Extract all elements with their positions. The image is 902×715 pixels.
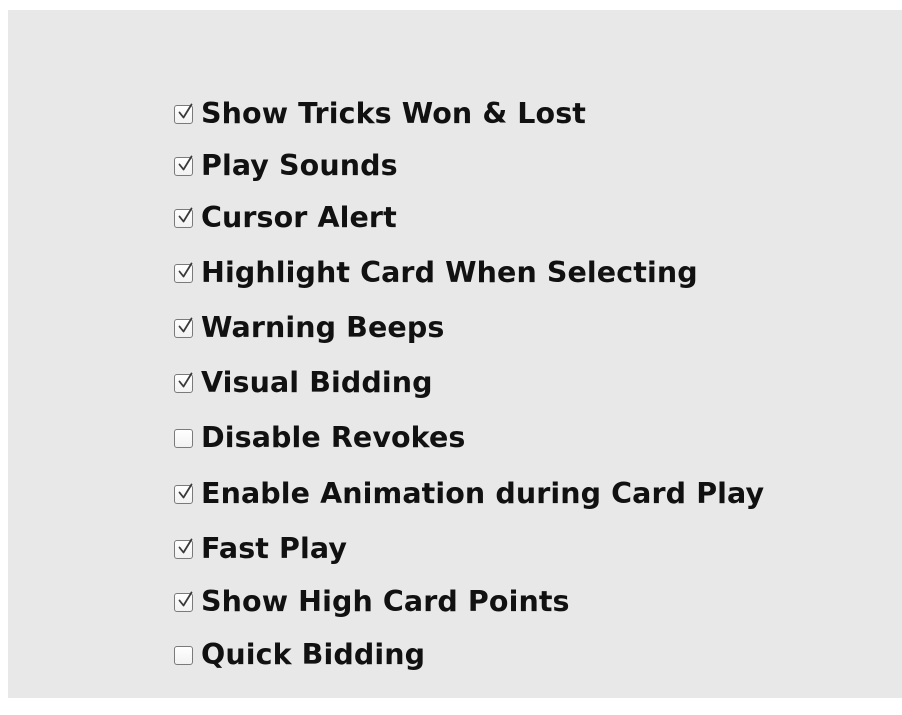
checkbox[interactable] — [174, 207, 193, 228]
option-visual-bidding[interactable]: Visual Bidding — [174, 366, 433, 400]
option-show-high-card-points[interactable]: Show High Card Points — [174, 585, 570, 619]
checkmark-icon — [178, 483, 193, 498]
checkmark-icon — [178, 262, 193, 277]
checkmark-icon — [178, 155, 193, 170]
option-cursor-alert[interactable]: Cursor Alert — [174, 201, 397, 235]
option-fast-play[interactable]: Fast Play — [174, 532, 347, 566]
option-highlight-card-when-selecting[interactable]: Highlight Card When Selecting — [174, 256, 698, 290]
option-show-tricks-won-lost[interactable]: Show Tricks Won & Lost — [174, 97, 586, 131]
option-label: Warning Beeps — [201, 311, 445, 344]
option-label: Fast Play — [201, 532, 348, 565]
checkmark-icon — [178, 103, 193, 118]
option-label: Quick Bidding — [201, 638, 426, 671]
checkbox[interactable] — [174, 372, 193, 393]
checkbox[interactable] — [174, 317, 193, 338]
checkbox[interactable] — [174, 645, 193, 665]
checkbox[interactable] — [174, 483, 193, 504]
checkbox[interactable] — [174, 262, 193, 283]
checkmark-icon — [178, 591, 193, 606]
option-label: Play Sounds — [201, 149, 398, 182]
checkbox[interactable] — [174, 155, 193, 176]
checkmark-icon — [178, 372, 193, 387]
option-label: Cursor Alert — [201, 201, 397, 234]
option-warning-beeps[interactable]: Warning Beeps — [174, 311, 444, 345]
checkbox[interactable] — [174, 428, 193, 448]
option-label: Disable Revokes — [201, 421, 466, 454]
checkmark-icon — [178, 538, 193, 553]
option-disable-revokes[interactable]: Disable Revokes — [174, 421, 465, 455]
option-play-sounds[interactable]: Play Sounds — [174, 149, 398, 183]
option-label: Visual Bidding — [201, 366, 433, 399]
option-label: Highlight Card When Selecting — [201, 256, 698, 289]
preferences-panel: Show Tricks Won & Lost Play Sounds Curso… — [8, 10, 902, 698]
checkmark-icon — [178, 207, 193, 222]
option-label: Show High Card Points — [201, 585, 570, 618]
checkbox[interactable] — [174, 591, 193, 612]
option-label: Enable Animation during Card Play — [201, 477, 765, 510]
checkbox[interactable] — [174, 103, 193, 124]
checkmark-icon — [178, 317, 193, 332]
option-label: Show Tricks Won & Lost — [201, 97, 587, 130]
option-enable-animation-during-card-play[interactable]: Enable Animation during Card Play — [174, 477, 764, 511]
checkbox[interactable] — [174, 538, 193, 559]
option-quick-bidding[interactable]: Quick Bidding — [174, 638, 425, 672]
